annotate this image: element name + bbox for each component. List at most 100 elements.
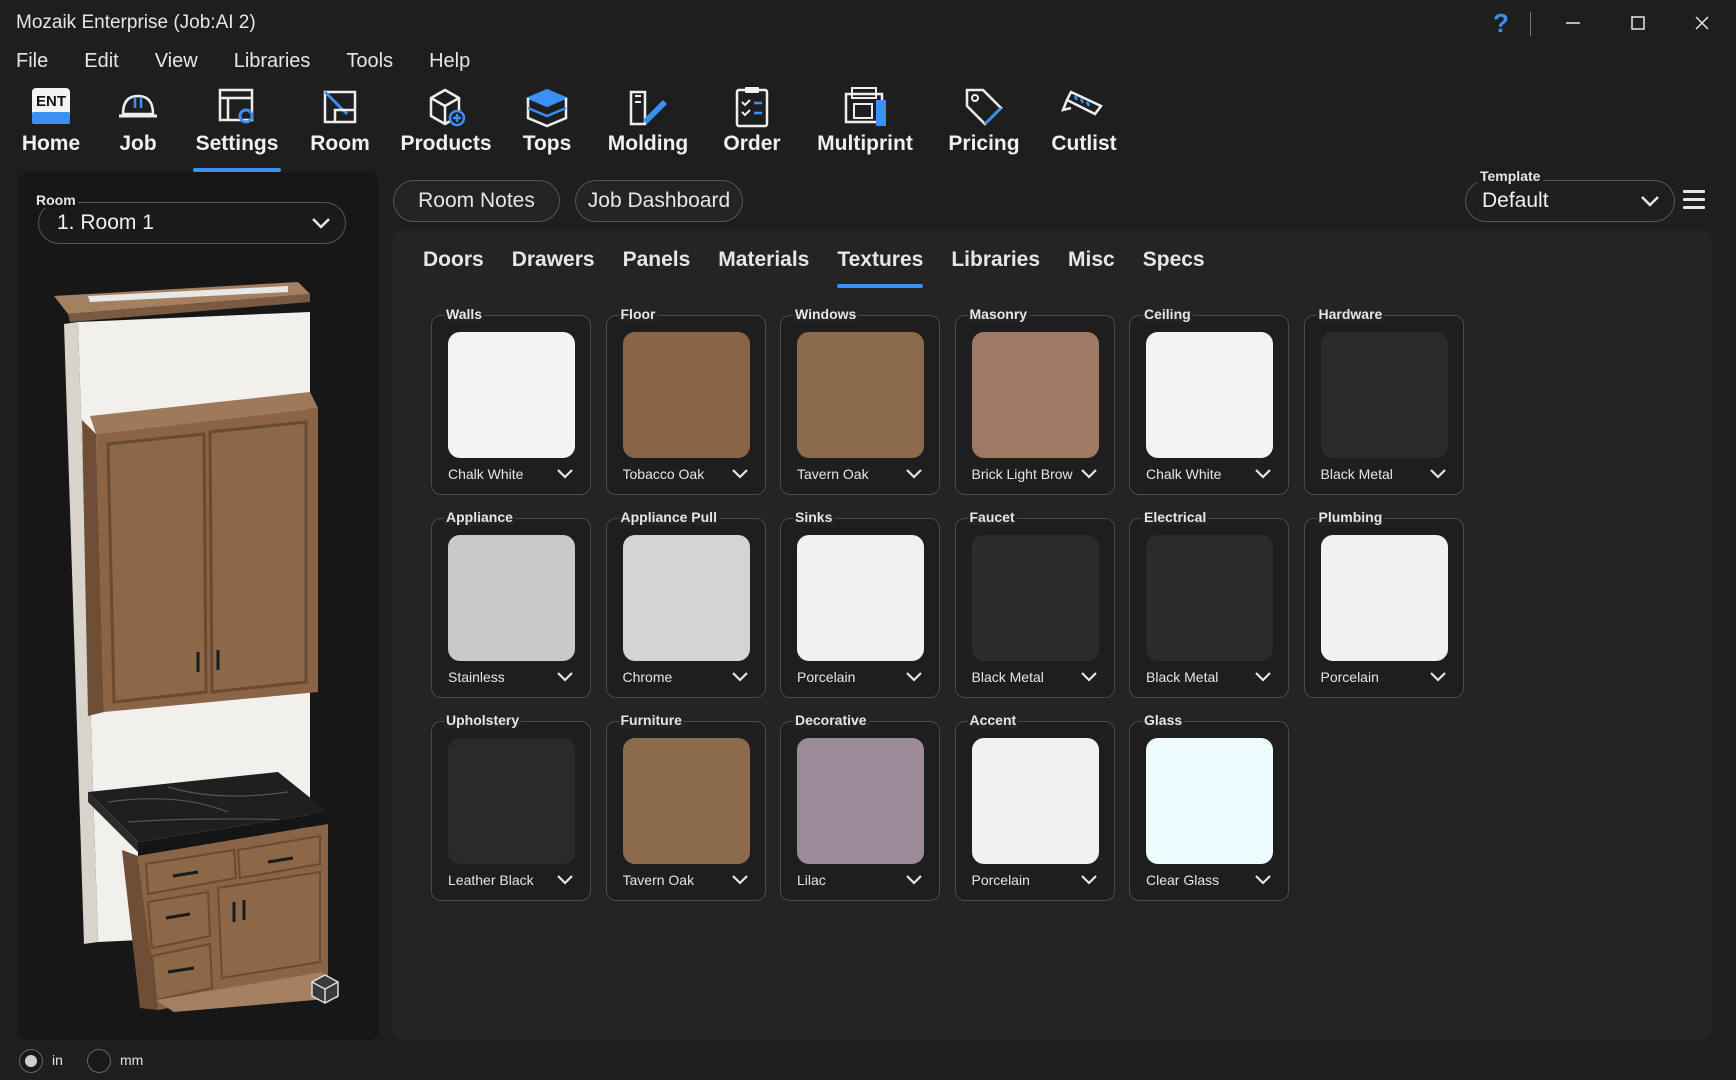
- texture-card-faucet[interactable]: Faucet Black Metal: [954, 509, 1115, 698]
- ribbon-multiprint-button[interactable]: Multiprint: [814, 84, 916, 168]
- hamburger-menu-icon[interactable]: [1683, 190, 1705, 210]
- template-dropdown[interactable]: Default: [1465, 180, 1675, 222]
- texture-swatch[interactable]: [1320, 535, 1448, 661]
- texture-swatch[interactable]: [797, 535, 924, 661]
- ribbon-pricing-button[interactable]: Pricing: [948, 84, 1020, 168]
- room-notes-button[interactable]: Room Notes: [393, 180, 560, 222]
- texture-card-label: Decorative: [793, 712, 869, 728]
- texture-swatch[interactable]: [622, 535, 750, 661]
- chevron-down-icon[interactable]: [1254, 671, 1272, 683]
- texture-swatch[interactable]: [622, 738, 750, 864]
- menu-libraries[interactable]: Libraries: [234, 46, 311, 78]
- texture-card-hardware[interactable]: Hardware Black Metal: [1303, 306, 1464, 495]
- texture-swatch[interactable]: [1146, 332, 1273, 458]
- minimize-button[interactable]: [1553, 8, 1593, 38]
- tab-specs[interactable]: Specs: [1143, 248, 1205, 288]
- chevron-down-icon[interactable]: [1080, 671, 1098, 683]
- menu-view[interactable]: View: [155, 46, 198, 78]
- ribbon-settings-button[interactable]: Settings: [193, 84, 281, 172]
- texture-swatch[interactable]: [797, 332, 924, 458]
- texture-card-floor[interactable]: Floor Tobacco Oak: [605, 306, 766, 495]
- tab-libraries[interactable]: Libraries: [951, 248, 1040, 288]
- texture-card-label: Hardware: [1316, 306, 1385, 322]
- chevron-down-icon[interactable]: [905, 874, 923, 886]
- ent-home-icon: ENT: [32, 88, 70, 124]
- texture-card-accent[interactable]: Accent Porcelain: [954, 712, 1115, 901]
- menu-file[interactable]: File: [16, 46, 48, 78]
- unit-in-radio[interactable]: [19, 1049, 43, 1073]
- texture-card-label: Masonry: [967, 306, 1030, 322]
- chevron-down-icon[interactable]: [731, 468, 749, 480]
- tab-doors[interactable]: Doors: [423, 248, 484, 288]
- chevron-down-icon[interactable]: [1080, 468, 1098, 480]
- texture-card-appliance[interactable]: Appliance Stainless: [431, 509, 591, 698]
- texture-card-masonry[interactable]: Masonry Brick Light Brow: [954, 306, 1115, 495]
- ribbon-molding-button[interactable]: Molding: [605, 84, 691, 168]
- close-button[interactable]: [1682, 8, 1722, 38]
- texture-card-electrical[interactable]: Electrical Black Metal: [1129, 509, 1289, 698]
- texture-swatch[interactable]: [622, 332, 750, 458]
- chevron-down-icon[interactable]: [1254, 468, 1272, 480]
- ribbon-products-label: Products: [400, 132, 492, 155]
- chevron-down-icon[interactable]: [1429, 671, 1447, 683]
- tab-materials[interactable]: Materials: [718, 248, 809, 288]
- tab-misc[interactable]: Misc: [1068, 248, 1115, 288]
- texture-card-decorative[interactable]: Decorative Lilac: [780, 712, 940, 901]
- texture-swatch[interactable]: [971, 535, 1099, 661]
- unit-mm-radio[interactable]: [87, 1049, 111, 1073]
- cube-view-icon[interactable]: [308, 972, 342, 1006]
- texture-card-windows[interactable]: Windows Tavern Oak: [780, 306, 940, 495]
- ribbon-tops-button[interactable]: Tops: [522, 84, 572, 168]
- texture-value: Chalk White: [448, 466, 524, 482]
- ribbon-products-button[interactable]: Products: [400, 84, 492, 168]
- room-dropdown[interactable]: 1. Room 1: [38, 202, 346, 244]
- menu-edit[interactable]: Edit: [84, 46, 118, 78]
- texture-card-glass[interactable]: Glass Clear Glass: [1129, 712, 1289, 901]
- texture-swatch[interactable]: [1146, 535, 1273, 661]
- chevron-down-icon[interactable]: [731, 874, 749, 886]
- chevron-down-icon[interactable]: [1080, 874, 1098, 886]
- texture-card-ceiling[interactable]: Ceiling Chalk White: [1129, 306, 1289, 495]
- chevron-down-icon[interactable]: [556, 468, 574, 480]
- preview-panel: 1. Room 1: [18, 172, 379, 1040]
- maximize-button[interactable]: [1618, 8, 1658, 38]
- tab-drawers[interactable]: Drawers: [512, 248, 595, 288]
- texture-card-furniture[interactable]: Furniture Tavern Oak: [605, 712, 766, 901]
- chevron-down-icon[interactable]: [556, 671, 574, 683]
- texture-card-upholstery[interactable]: Upholstery Leather Black: [431, 712, 591, 901]
- texture-card-walls[interactable]: Walls Chalk White: [431, 306, 591, 495]
- chevron-down-icon[interactable]: [905, 671, 923, 683]
- texture-swatch[interactable]: [448, 535, 575, 661]
- job-dashboard-button[interactable]: Job Dashboard: [575, 180, 743, 222]
- texture-swatch[interactable]: [448, 332, 575, 458]
- tab-textures[interactable]: Textures: [837, 248, 923, 288]
- chevron-down-icon[interactable]: [731, 671, 749, 683]
- ribbon-cutlist-button[interactable]: Cutlist: [1051, 84, 1117, 168]
- window-title: Mozaik Enterprise (Job:AI 2): [16, 12, 256, 33]
- tops-icon: [525, 88, 569, 128]
- texture-swatch[interactable]: [971, 738, 1099, 864]
- chevron-down-icon[interactable]: [1254, 874, 1272, 886]
- texture-swatch[interactable]: [1320, 332, 1448, 458]
- menu-help[interactable]: Help: [429, 46, 470, 78]
- texture-card-appliance-pull[interactable]: Appliance Pull Chrome: [605, 509, 766, 698]
- ribbon-room-button[interactable]: Room: [310, 84, 370, 168]
- texture-swatch[interactable]: [971, 332, 1099, 458]
- texture-swatch[interactable]: [448, 738, 575, 864]
- ribbon-job-button[interactable]: Job: [113, 84, 163, 168]
- tab-panels[interactable]: Panels: [623, 248, 691, 288]
- help-icon[interactable]: ?: [1493, 8, 1509, 39]
- texture-swatch[interactable]: [797, 738, 924, 864]
- cabinet-3d-preview[interactable]: [48, 272, 368, 1012]
- ribbon-home-button[interactable]: ENT Home: [20, 84, 82, 168]
- menu-tools[interactable]: Tools: [346, 46, 393, 78]
- chevron-down-icon[interactable]: [905, 468, 923, 480]
- texture-swatch[interactable]: [1146, 738, 1273, 864]
- texture-value: Tavern Oak: [797, 466, 869, 482]
- chevron-down-icon[interactable]: [1429, 468, 1447, 480]
- texture-card-plumbing[interactable]: Plumbing Porcelain: [1303, 509, 1464, 698]
- texture-card-sinks[interactable]: Sinks Porcelain: [780, 509, 940, 698]
- chevron-down-icon[interactable]: [556, 874, 574, 886]
- room-dropdown-label: Room: [34, 192, 78, 208]
- ribbon-order-button[interactable]: Order: [723, 84, 781, 168]
